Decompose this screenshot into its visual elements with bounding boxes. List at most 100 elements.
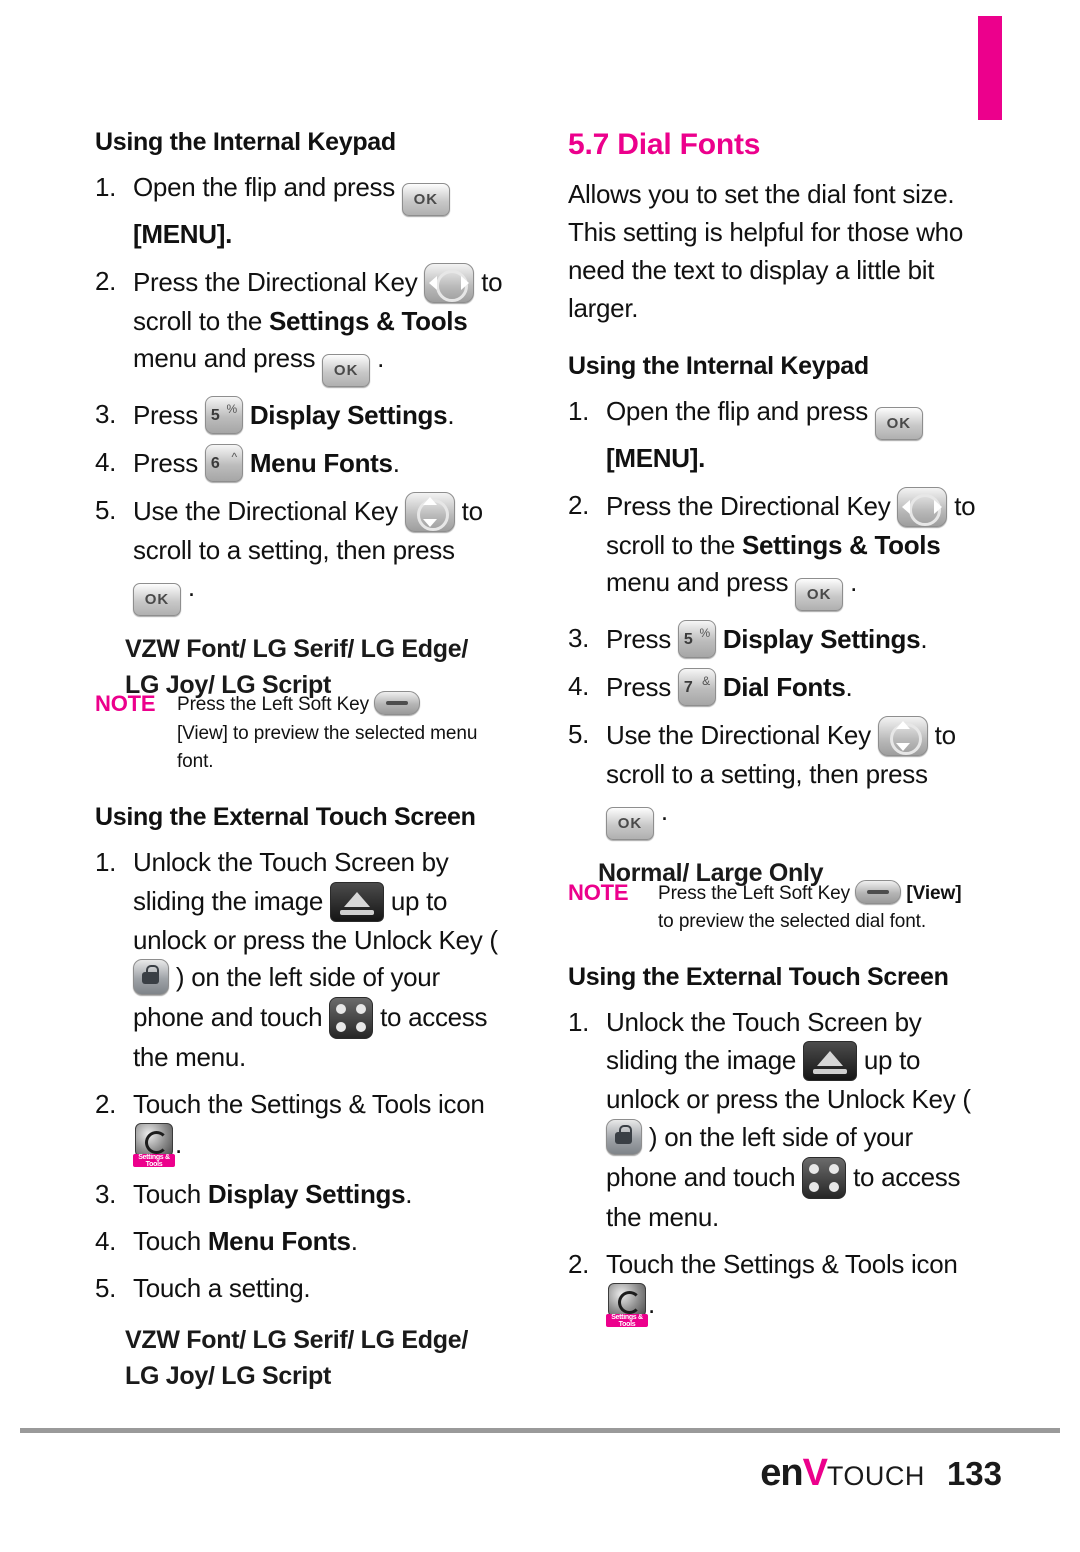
dial-fonts-label: Dial Fonts: [722, 671, 846, 702]
settings-tools-icon: Settings & Tools: [606, 1283, 648, 1328]
right-column: 5.7 Dial Fonts Allows you to set the dia…: [568, 128, 988, 1336]
display-settings-label: Display Settings: [207, 1179, 406, 1210]
list-item: 3. Press 5% Display Settings.: [95, 396, 515, 435]
font-options-left-2: VZW Font/ LG Serif/ LG Edge/ LG Joy/ LG …: [125, 1323, 515, 1394]
menu-label: [MENU].: [133, 219, 232, 249]
ok-key-icon: OK: [322, 354, 371, 388]
note-label: NOTE: [568, 879, 629, 905]
step-text-a: Touch: [133, 1226, 208, 1257]
note-body: Press the Left Soft Key [View] to preview…: [658, 879, 988, 937]
note-text2: to preview the selected dial font.: [658, 911, 927, 933]
ok-key-icon: OK: [606, 807, 654, 841]
num-key-7-icon: 7 &: [677, 667, 716, 706]
list-item: 2. Press the Directional Key to scroll t…: [568, 486, 988, 612]
step-number: 2.: [95, 1088, 117, 1119]
step-text-a: Touch the Settings & Tools icon: [133, 1088, 485, 1119]
heading-internal-keypad-left: Using the Internal Keypad: [95, 128, 396, 156]
display-settings-label: Display Settings: [722, 624, 921, 655]
menu-label: [MENU].: [606, 442, 705, 473]
step-text-a: Touch a setting.: [133, 1272, 311, 1303]
note-label: NOTE: [95, 691, 156, 717]
step-number: 5.: [95, 1272, 117, 1303]
ok-key-icon: OK: [133, 583, 181, 617]
view-label: [View]: [906, 882, 962, 904]
step-number: 1.: [95, 172, 117, 202]
step-number: 1.: [568, 395, 590, 426]
step-number: 1.: [568, 1006, 590, 1037]
unlock-key-icon: [133, 959, 169, 996]
menu-fonts-label: Menu Fonts: [249, 448, 393, 479]
settings-tools-label: Settings & Tools: [741, 529, 941, 560]
note-text2: [View] to preview the selected menu font…: [177, 722, 478, 773]
step-text-b: .: [175, 1129, 182, 1160]
step-text: Press: [133, 400, 205, 431]
list-item: 5. Use the Directional Key to scroll to …: [568, 715, 988, 841]
period: .: [447, 400, 455, 431]
step-text: Press the Directional Key: [133, 266, 425, 297]
left-soft-key-icon: [374, 691, 421, 716]
period: .: [920, 624, 928, 655]
directional-key-icon: [897, 486, 948, 527]
heading-external-touch-left: Using the External Touch Screen: [95, 802, 476, 831]
display-settings-label: Display Settings: [249, 400, 448, 431]
list-item: 1. Unlock the Touch Screen by sliding th…: [95, 844, 515, 1077]
note-text: Press the Left Soft Key: [658, 882, 851, 904]
unlock-key-icon: [606, 1119, 642, 1156]
directional-key-icon: [424, 262, 475, 303]
list-item: 4. Press 7 & Dial Fonts.: [568, 667, 988, 707]
step-text-a: Touch: [133, 1179, 208, 1210]
ok-key-icon: OK: [795, 578, 844, 612]
list-item: 1. Open the flip and press OK [MENU].: [568, 393, 988, 478]
section-title: 5.7 Dial Fonts: [568, 128, 761, 161]
slide-up-image-icon: [329, 881, 384, 922]
step-number: 2.: [95, 265, 117, 296]
list-item: 5. Use the Directional Key to scroll to …: [95, 491, 515, 617]
font-options2-line2: LG Joy/ LG Script: [125, 1361, 332, 1390]
steps-internal-keypad-left: 1. Open the flip and press OK [MENU]. 2.…: [95, 169, 515, 617]
num-key-5-icon: 5%: [677, 620, 716, 659]
step-text: Press: [606, 624, 678, 655]
step-text-end: .: [181, 572, 195, 603]
step-number: 1.: [95, 846, 117, 877]
font-options2-line1: VZW Font/ LG Serif/ LG Edge/: [125, 1326, 468, 1355]
list-item: 2. Touch the Settings & Tools icon Setti…: [95, 1086, 515, 1168]
list-item: 4. Press 6 ^ Menu Fonts.: [95, 444, 515, 483]
step-text: Press: [133, 448, 205, 479]
steps-internal-keypad-right: 1. Open the flip and press OK [MENU]. 2.…: [568, 393, 988, 841]
step-number: 3.: [95, 1179, 117, 1210]
period: .: [350, 1226, 358, 1257]
step-text-end: .: [843, 567, 858, 598]
step-number: 3.: [568, 623, 590, 654]
num-key-6-icon: 6 ^: [204, 444, 243, 483]
step-number: 5.: [95, 494, 117, 525]
period: .: [845, 671, 853, 702]
step-number: 2.: [568, 489, 590, 520]
step-text-end: .: [654, 796, 668, 827]
brand-touch: TOUCH: [826, 1461, 925, 1491]
slide-up-image-icon: [802, 1041, 857, 1082]
step-text: Open the flip and press: [133, 172, 402, 202]
step-text-end: .: [370, 343, 385, 374]
period: .: [405, 1179, 413, 1210]
menu-grid-icon: [329, 997, 374, 1039]
step-text-cont2: menu and press: [606, 567, 796, 598]
font-options-line1: VZW Font/ LG Serif/ LG Edge/: [125, 635, 468, 664]
page-columns: Using the Internal Keypad 1. Open the fl…: [0, 0, 1080, 1440]
steps-touch-screen-right: 1. Unlock the Touch Screen by sliding th…: [568, 1004, 988, 1328]
brand-logo: enVTOUCH: [760, 1452, 925, 1495]
period: .: [392, 448, 400, 479]
list-item: 3. Touch Display Settings.: [95, 1176, 515, 1214]
step-text-b: .: [648, 1289, 655, 1320]
footer-divider: [20, 1428, 1060, 1433]
settings-tools-icon: Settings & Tools: [133, 1123, 175, 1168]
list-item: 2. Touch the Settings & Tools icon Setti…: [568, 1246, 988, 1328]
step-text: Use the Directional Key: [606, 719, 878, 750]
note-left: NOTE Press the Left Soft Key [View] to p…: [95, 691, 515, 777]
section-intro: Allows you to set the dial font size. Th…: [568, 179, 963, 323]
step-text: Open the flip and press: [606, 395, 875, 426]
list-item: 1. Open the flip and press OK [MENU].: [95, 169, 515, 254]
heading-internal-keypad-right: Using the Internal Keypad: [568, 351, 869, 380]
manual-page: Using the Internal Keypad 1. Open the fl…: [0, 0, 1080, 1552]
list-item: 2. Press the Directional Key to scroll t…: [95, 262, 515, 388]
left-soft-key-icon: [855, 879, 902, 904]
